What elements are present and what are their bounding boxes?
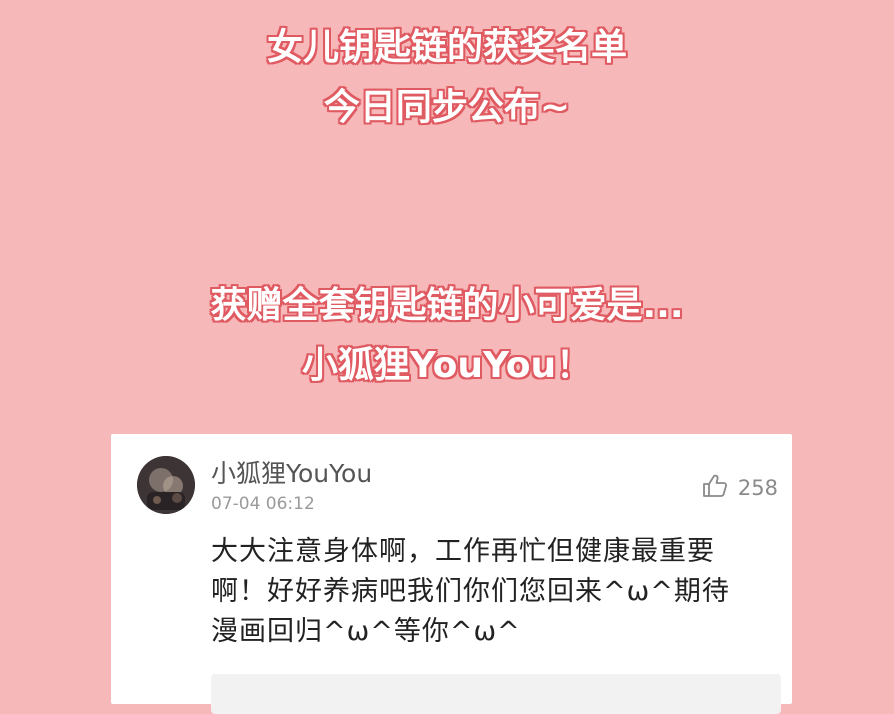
headline-announce-today: 今日同步公布~ [323,87,571,128]
comment-body: 大大注意身体啊，工作再忙但健康最重要 啊！好好养病吧我们你们您回来^ω^期待 漫… [211,532,781,652]
winner-name: 小狐狸YouYou！ [301,345,593,386]
avatar-image [137,456,195,514]
comment-line: 漫画回归^ω^等你^ω^ [211,616,521,647]
like-count: 258 [737,476,778,500]
avatar[interactable] [137,456,195,514]
comment-line: 大大注意身体啊，工作再忙但健康最重要 [211,536,715,567]
winner-intro: 获赠全套钥匙链的小可爱是... [210,285,684,326]
comment-card: 小狐狸YouYou 07-04 06:12 258 大大注意身体啊，工作再忙但健… [111,434,792,714]
comment-line: 啊！好好养病吧我们你们您回来^ω^期待 [211,576,730,607]
comment-username[interactable]: 小狐狸YouYou [211,454,372,490]
headline-prize-list: 女儿钥匙链的获奖名单 [266,27,627,68]
thumbs-up-icon [702,474,728,502]
comment-timestamp: 07-04 06:12 [211,494,315,514]
reply-preview[interactable] [211,674,781,714]
like-button[interactable]: 258 [702,474,778,502]
